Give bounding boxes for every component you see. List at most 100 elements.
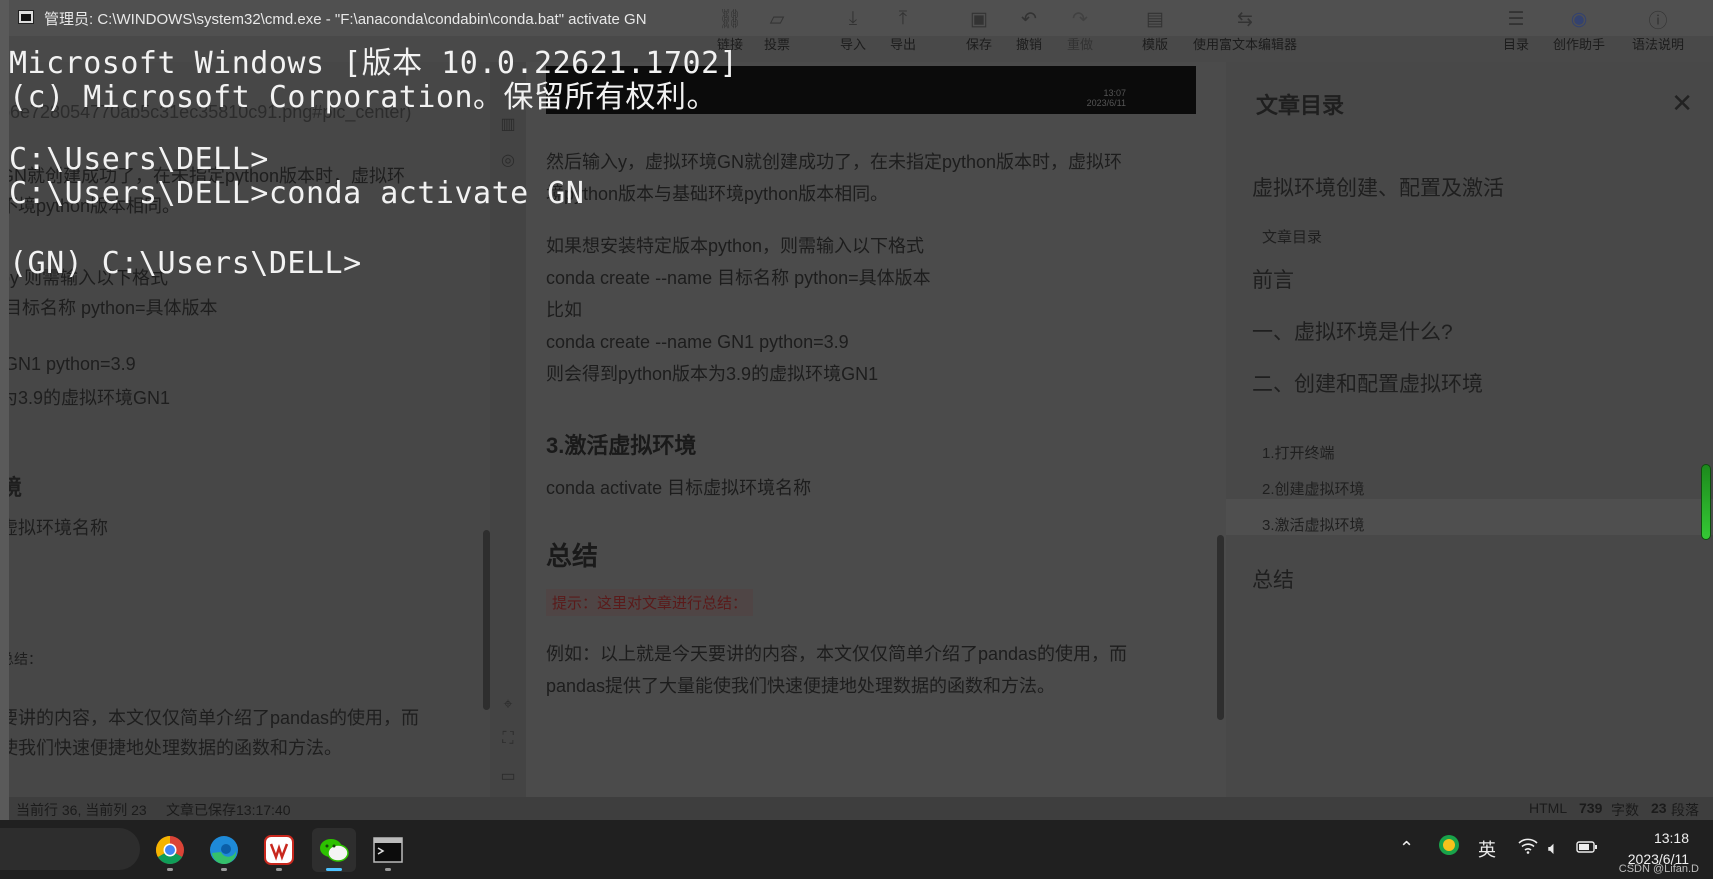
editor-toolbar: ⛓ 链接 ▱ 投票 ⤓ 导入 ⤒ 导出 ▣ 保存 ↶ 撤销 ↷ 重做 ▤ 模版 … (0, 0, 1713, 62)
vote-icon: ▱ (769, 8, 785, 30)
paragraph: 则会得到python版本为3.9的虚拟环境GN1 (546, 364, 879, 384)
export-icon: ⤒ (898, 8, 908, 29)
chevron-up-icon[interactable]: ⌃ (1399, 838, 1414, 859)
wps-taskbar-button[interactable] (257, 828, 301, 872)
robot-icon: ◉ (1570, 8, 1588, 30)
export-button[interactable]: ⤒ 导出 (890, 8, 916, 53)
toc-item[interactable]: 二、创建和配置虚拟环境 (1252, 368, 1483, 398)
paragraph: conda create --name 目标名称 python=具体版本 (546, 268, 931, 288)
wifi-icon[interactable] (1518, 838, 1538, 859)
import-button[interactable]: ⤓ 导入 (840, 8, 866, 53)
clock-time: 13:18 (1653, 830, 1689, 846)
fullscreen-icon[interactable]: ⛶ (498, 730, 518, 750)
help-icon: ⓘ (1648, 10, 1668, 32)
taskbar-search[interactable] (0, 828, 140, 870)
terminal-taskbar-button[interactable] (366, 828, 410, 872)
editor-statusbar: 当前行 36, 当前列 23 文章已保存13:17:40 HTML 739 字数… (0, 797, 1713, 820)
vote-button[interactable]: ▱ 投票 (764, 8, 790, 53)
undo-icon: ↶ (1021, 8, 1037, 30)
markdown-source-pane[interactable]: b6e728054770ab5c31ec35810c91.png#pic_cen… (0, 62, 490, 797)
battery-icon[interactable] (1576, 838, 1598, 859)
csdn-watermark: CSDN @Lifan.D (1618, 863, 1699, 875)
toc-item[interactable]: 总结 (1252, 564, 1294, 594)
split-view-icon[interactable]: ▥ (498, 114, 518, 134)
chrome-icon (156, 836, 184, 864)
toc-button[interactable]: ☰ 目录 (1503, 8, 1529, 53)
running-indicator (167, 868, 173, 871)
tray-app-icon[interactable] (1438, 834, 1460, 861)
close-icon[interactable]: ✕ (1671, 88, 1693, 119)
cursor-position: 当前行 36, 当前列 23 (16, 802, 147, 818)
running-indicator (385, 868, 391, 871)
source-line: 为3.9的虚拟环境GN1 (0, 388, 171, 408)
toc-icon: ☰ (1507, 8, 1525, 30)
editor-side-tools: ▥ ◎ ⌖ ⛶ ▭ (490, 62, 526, 797)
syntax-help-button[interactable]: ⓘ 语法说明 (1632, 8, 1684, 53)
toc-item[interactable]: 文章目录 (1262, 226, 1322, 247)
rich-text-icon: ⇆ (1237, 8, 1253, 30)
paragraph: pandas提供了大量能使我们快速便捷地处理数据的函数和方法。 (546, 676, 1056, 696)
paragraph: 如果想安装特定版本python，则需输入以下格式 (546, 236, 925, 256)
heading-summary: 总结 (546, 541, 599, 571)
paragraph: conda activate 目标虚拟环境名称 (546, 478, 812, 498)
source-line: GN就创建成功了，在未指定python版本时，虚拟环 (0, 166, 406, 186)
chrome-taskbar-button[interactable] (148, 828, 192, 872)
source-line: 目标名称 python=具体版本 (4, 298, 218, 318)
redo-icon: ↷ (1072, 8, 1088, 30)
running-indicator (276, 868, 282, 871)
source-line: 使我们快速便捷地处理数据的函数和方法。 (0, 738, 342, 758)
writing-assistant-button[interactable]: ◉ 创作助手 (1553, 8, 1605, 53)
preview-scrollbar[interactable] (1217, 535, 1224, 720)
link-button[interactable]: ⛓ 链接 (717, 8, 743, 53)
toc-item[interactable]: 一、虚拟环境是什么? (1252, 316, 1453, 346)
save-icon: ▣ (970, 8, 988, 30)
undo-button[interactable]: ↶ 撤销 (1016, 8, 1042, 53)
char-count-label: 字数 (1611, 802, 1639, 818)
article-screenshot-image: 13:07 2023/6/11 (546, 66, 1196, 114)
green-scroll-indicator[interactable] (1701, 464, 1711, 540)
windows-taskbar: ⌃ 英 🔈︎ 13:18 2023/6/11 CSDN @Lifan.D (0, 820, 1713, 879)
tip-block: 提示：这里对文章进行总结： (546, 589, 754, 616)
save-status: 文章已保存13:17:40 (166, 802, 291, 818)
preview-eye-icon[interactable]: ◎ (498, 150, 518, 170)
paragraph: 境python版本与基础环境python版本相同。 (546, 184, 889, 204)
wechat-icon (320, 839, 349, 862)
terminal-icon (373, 837, 403, 863)
wechat-taskbar-button[interactable] (312, 828, 356, 872)
desktop-screen: ⛓ 链接 ▱ 投票 ⤓ 导入 ⤒ 导出 ▣ 保存 ↶ 撤销 ↷ 重做 ▤ 模版 … (0, 0, 1713, 879)
rich-text-editor-button[interactable]: ⇆ 使用富文本编辑器 (1193, 8, 1297, 53)
paragraph-count: 23 (1651, 800, 1667, 816)
source-scrollbar[interactable] (483, 530, 490, 710)
cmd-window-edge (0, 0, 9, 820)
ime-indicator[interactable]: 英 (1478, 836, 1496, 862)
toc-item[interactable]: 1.打开终端 (1262, 442, 1335, 463)
running-indicator (221, 868, 227, 871)
template-button[interactable]: ▤ 模版 (1142, 8, 1168, 53)
toc-item-active[interactable]: 3.激活虚拟环境 (1262, 514, 1365, 535)
paragraph: conda create --name GN1 python=3.9 (546, 332, 849, 352)
preview-pane: 13:07 2023/6/11 然后输入y，虚拟环境GN就创建成功了，在未指定p… (526, 62, 1226, 797)
edge-taskbar-button[interactable] (202, 828, 246, 872)
save-button[interactable]: ▣ 保存 (966, 8, 992, 53)
target-icon[interactable]: ⌖ (498, 696, 518, 716)
csdn-markdown-editor: ⛓ 链接 ▱ 投票 ⤓ 导入 ⤒ 导出 ▣ 保存 ↶ 撤销 ↷ 重做 ▤ 模版 … (0, 0, 1713, 820)
volume-icon[interactable]: 🔈︎ (1548, 838, 1559, 859)
source-line: 虚拟环境名称 (0, 518, 108, 538)
redo-button[interactable]: ↷ 重做 (1067, 8, 1093, 53)
toc-item[interactable]: 2.创建虚拟环境 (1262, 478, 1365, 499)
import-icon: ⤓ (848, 8, 858, 29)
source-line: py 则需输入以下格式 (0, 268, 169, 288)
source-line: GN1 python=3.9 (4, 354, 136, 374)
char-count: 739 (1579, 800, 1603, 816)
toc-panel: 文章目录 ✕ 虚拟环境创建、配置及激活 文章目录 前言 一、虚拟环境是什么? 二… (1226, 62, 1713, 797)
source-line: b6e728054770ab5c31ec35810c91.png#pic_cen… (0, 102, 412, 122)
toc-item[interactable]: 前言 (1252, 264, 1294, 294)
source-line: 要讲的内容，本文仅仅简单介绍了pandas的使用，而 (0, 708, 420, 728)
running-indicator (326, 868, 342, 871)
layout-icon[interactable]: ▭ (498, 766, 518, 786)
toc-title: 文章目录 (1256, 93, 1345, 118)
source-line: 不境python版本相同。 (0, 196, 181, 216)
template-icon: ▤ (1146, 8, 1164, 30)
wps-icon (264, 835, 294, 865)
toc-item[interactable]: 虚拟环境创建、配置及激活 (1252, 172, 1504, 202)
